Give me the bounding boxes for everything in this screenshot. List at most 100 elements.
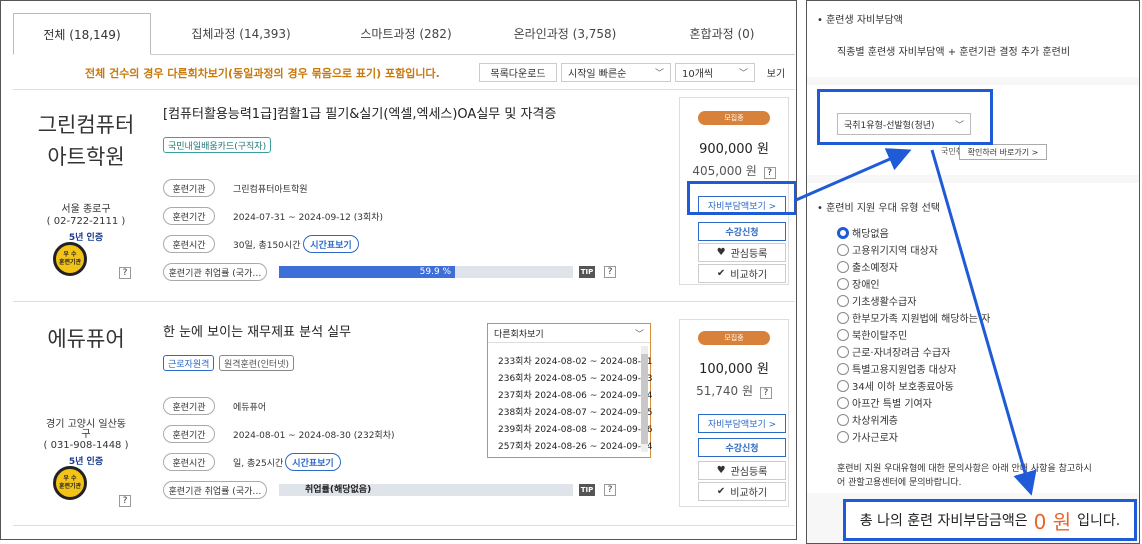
radio-option[interactable]: 한부모가족 지원법에 해당하는 자 [837,310,990,325]
footer-note: 어 관할고용센터에 문의바랍니다. [837,478,962,488]
tab-smart-course[interactable]: 스마트과정 (282) [331,13,481,55]
section-title: • 훈련비 지원 우대 유형 선택 [817,203,940,214]
view-button[interactable]: 보기 [759,63,793,82]
sort-select-value: 시작일 빠른순 [568,69,627,80]
total-amount-value: 0 원 [1033,509,1072,534]
course-side-panel: 모집중 100,000 원 51,740 원 ? 자비부담액보기 > 수강신청 … [679,319,789,507]
help-icon[interactable]: ? [119,495,131,507]
apply-button[interactable]: 수강신청 [698,438,786,457]
tab-all[interactable]: 전체 (18,149) [13,13,151,55]
radio-option[interactable]: 출소예정자 [837,259,898,274]
certification-label: 5년 인증 [68,233,104,243]
self-pay-calculator-panel: • 훈련생 자비부담액 직종별 훈련생 자비부담액 + 훈련기관 결정 추가 훈… [806,0,1140,544]
divider [13,89,795,90]
radio-option[interactable]: 특별고용지원업종 대상자 [837,361,956,376]
radio-option[interactable]: 장애인 [837,276,880,291]
period-value: 2024-07-31 ~ 2024-09-12 (3회차) [233,213,384,223]
self-pay-view-button[interactable]: 자비부담액보기 > [698,414,786,433]
list-item[interactable]: 239회차 2024-08-08 ~ 2024-09-06 [498,422,652,435]
favorite-button[interactable]: ♥ 관심등록 [698,243,786,262]
course-title[interactable]: [컴퓨터활용능력1급]컴활1급 필기&실기(엑셀,엑세스)OA실무 및 자격증 [163,103,556,122]
list-item[interactable]: 257회차 2024-08-26 ~ 2024-09-24 [498,439,652,452]
apply-button[interactable]: 수강신청 [698,222,786,241]
org-value: 그린컴퓨터아트학원 [233,185,308,195]
course-price: 900,000 원 [699,142,769,157]
per-page-select[interactable]: 10개씩 ﹀ [675,63,755,82]
other-rounds-header[interactable]: 다른회차보기 ﹀ [488,324,650,343]
preference-section: • 훈련비 지원 우대 유형 선택 해당없음 고용위기지역 대상자 출소예정자 … [807,183,1139,493]
timetable-button[interactable]: 시간표보기 [303,235,359,253]
help-icon[interactable]: ? [604,484,616,496]
list-item[interactable]: 237회차 2024-08-06 ~ 2024-09-04 [498,388,652,401]
radio-option[interactable]: 아프간 특별 기여자 [837,395,932,410]
compare-button[interactable]: ✔ 비교하기 [698,482,786,501]
count-notice: 전체 건수의 경우 다른회차보기(동일과정의 경우 묶음으로 표기) 포함입니다… [85,67,440,80]
time-label: 훈련시간 [163,453,215,471]
tip-icon[interactable]: TIP [579,266,595,278]
tab-blended-course[interactable]: 혼합과정 (0) [649,13,795,55]
tab-group-course[interactable]: 집체과정 (14,393) [151,13,331,55]
total-self-pay-amount: 총 나의 훈련 자비부담금액은 0 원 입니다. [843,499,1137,541]
radio-option[interactable]: 해당없음 [837,225,889,240]
compare-button[interactable]: ✔ 비교하기 [698,264,786,283]
employment-rate-value: 59.9 % [419,267,452,277]
highlight-box [817,89,993,145]
employment-label: 훈련기관 취업률 (국가… [163,263,267,281]
academy-name[interactable]: 에듀퓨어 [21,323,151,355]
time-value: 일, 총25시간 [233,459,284,469]
section-description: 직종별 훈련생 자비부담액 + 훈련기관 결정 추가 훈련비 [837,47,1071,58]
radio-option[interactable]: 근로·자녀장려금 수급자 [837,344,950,359]
academy-region: 서울 종로구 [61,204,111,215]
radio-option[interactable]: 34세 이하 보호종료아동 [837,378,954,393]
highlight-box [687,181,796,215]
timetable-button[interactable]: 시간표보기 [285,453,341,471]
course-list-panel: 전체 (18,149) 집체과정 (14,393) 스마트과정 (282) 온라… [0,0,797,540]
period-value: 2024-08-01 ~ 2024-08-30 (232회차) [233,431,395,441]
section-title: • 훈련생 자비부담액 [817,15,903,26]
list-download-label: 목록다운로드 [490,69,546,80]
academy-phone: ( 031-908-1448 ) [43,440,129,451]
heart-icon: ♥ [716,465,726,476]
certification-label: 5년 인증 [68,457,104,467]
employment-rate-bar: 취업률(해당없음) [279,484,573,496]
course-title[interactable]: 한 눈에 보이는 재무제표 분석 실무 [163,321,351,340]
total-suffix: 입니다. [1077,513,1121,529]
help-icon[interactable]: ? [604,266,616,278]
list-item[interactable]: 238회차 2024-08-07 ~ 2024-09-05 [498,405,652,418]
course-tag: 근로자원격 [163,355,215,371]
go-check-button[interactable]: 확인하러 바로가기 > [959,144,1047,160]
tab-online-course[interactable]: 온라인과정 (3,758) [481,13,649,55]
list-download-button[interactable]: 목록다운로드 [479,63,557,82]
course-tag: 원격훈련(인터넷) [219,355,294,371]
help-icon[interactable]: ? [119,267,131,279]
scrollbar-thumb[interactable] [641,354,648,444]
course-price: 100,000 원 [699,362,769,377]
employment-rate-fill: 59.9 % [279,266,456,278]
favorite-button[interactable]: ♥ 관심등록 [698,461,786,480]
check-icon: ✔ [716,486,726,497]
excellent-institution-badge-icon: 우 수 훈련기관 [53,242,87,276]
period-label: 훈련기간 [163,425,215,443]
total-prefix: 총 나의 훈련 자비부담금액은 [859,513,1028,529]
list-item[interactable]: 233회차 2024-08-02 ~ 2024-08-31 [498,354,652,367]
radio-option[interactable]: 기초생활수급자 [837,293,916,308]
academy-name[interactable]: 그린컴퓨터 아트학원 [21,109,151,173]
period-label: 훈련기간 [163,207,215,225]
time-label: 훈련시간 [163,235,215,253]
sort-select[interactable]: 시작일 빠른순 ﹀ [561,63,671,82]
tip-icon[interactable]: TIP [579,484,595,496]
list-item[interactable]: 236회차 2024-08-05 ~ 2024-09-03 [498,371,652,384]
chevron-down-icon: ﹀ [738,69,748,79]
radio-option[interactable]: 북한이탈주민 [837,327,907,342]
other-rounds-dropdown[interactable]: 다른회차보기 ﹀ 233회차 2024-08-02 ~ 2024-08-31 23… [487,323,652,458]
heart-icon: ♥ [716,247,726,258]
radio-option[interactable]: 가사근로자 [837,429,898,444]
help-icon[interactable]: ? [763,167,776,179]
time-value: 30일, 총150시간 [233,241,301,251]
org-label: 훈련기관 [163,397,215,415]
employment-label: 훈련기관 취업률 (국가… [163,481,267,499]
help-icon[interactable]: ? [759,387,772,399]
radio-option[interactable]: 차상위계층 [837,412,898,427]
radio-option[interactable]: 고용위기지역 대상자 [837,242,938,257]
self-pay-section: • 훈련생 자비부담액 직종별 훈련생 자비부담액 + 훈련기관 결정 추가 훈… [807,1,1139,77]
